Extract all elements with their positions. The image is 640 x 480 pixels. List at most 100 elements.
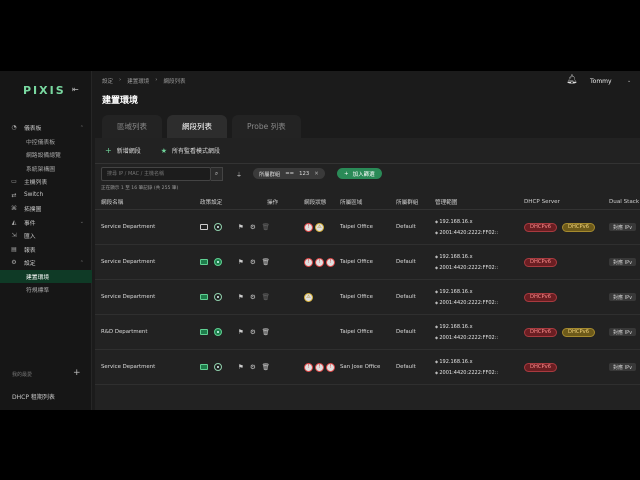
filter-value: 123 bbox=[299, 170, 310, 177]
sidebar-item-9[interactable]: ▤ 報表 bbox=[0, 243, 92, 257]
table-row: Service Department ⚑ ⚙ 🗑︎!!! Taipei Office De… bbox=[95, 245, 640, 280]
mgmt-range-item: 192.168.16.x bbox=[435, 324, 498, 330]
segment-name[interactable]: Service Department bbox=[101, 350, 155, 384]
search-icon[interactable]: ⌕ bbox=[211, 167, 223, 181]
search-input[interactable] bbox=[102, 168, 210, 180]
group: Default bbox=[396, 259, 416, 265]
switch-icon: ⇄ bbox=[11, 191, 17, 199]
dual-stack-cell: 對應 IPv bbox=[609, 280, 637, 314]
dual-stack-chip[interactable]: 對應 IPv bbox=[609, 328, 637, 336]
table-row: R&D Department ⚑ ⚙ 🗑︎ Taipei Office Default 19… bbox=[95, 315, 640, 350]
sidebar-item-label: 設定 bbox=[24, 261, 36, 268]
gear-icon[interactable]: ⚙ bbox=[250, 223, 256, 231]
star-icon: ★ bbox=[160, 146, 167, 155]
sidebar-item-11[interactable]: 建置環境 bbox=[0, 269, 92, 283]
add-filter-button[interactable]: + 加入篩選 bbox=[337, 168, 382, 179]
sidebar-item-7[interactable]: ◭ 事件 ⌄ bbox=[0, 216, 92, 230]
mgmt-range-item: 2001:4420:2222:FF02:: bbox=[435, 300, 498, 306]
collapse-sidebar-icon[interactable]: ⇤ bbox=[72, 85, 79, 94]
trash-icon[interactable]: 🗑︎ bbox=[262, 363, 270, 371]
status-yellow-icon: ⚠ bbox=[315, 222, 324, 232]
filter-icon[interactable]: ⏚ bbox=[236, 170, 242, 179]
monitor-icon[interactable] bbox=[200, 259, 208, 265]
trash-icon[interactable]: 🗑︎ bbox=[262, 293, 270, 301]
user-menu[interactable]: Tommy bbox=[590, 78, 612, 85]
bell-icon[interactable]: 🔔︎ bbox=[566, 75, 577, 85]
segment-name[interactable]: R&D Department bbox=[101, 315, 147, 349]
col-name[interactable]: 網段名稱 bbox=[101, 194, 123, 210]
sidebar-item-0[interactable]: ◔ 儀表板 ⌃ bbox=[0, 121, 92, 135]
tab-bar: 區域列表 網段列表 Probe 列表 bbox=[102, 115, 301, 138]
status-red-icon: ! bbox=[326, 362, 335, 372]
sidebar-item-8[interactable]: ⇲ 匯入 bbox=[0, 229, 92, 243]
sidebar: PIXIS ⇤ ◔ 儀表板 ⌃ 中控儀表板 網路設備總覽 系統架構圖 ▭ 主機列表 ⇄ Switc… bbox=[0, 71, 92, 410]
chevron-down-icon[interactable]: ⌄ bbox=[627, 78, 631, 84]
dual-stack-chip[interactable]: 對應 IPv bbox=[609, 293, 637, 301]
tab-probe-list[interactable]: Probe 列表 bbox=[232, 115, 301, 138]
sidebar-item-10[interactable]: ⚙ 設定 ⌃ bbox=[0, 256, 92, 270]
dual-stack-chip[interactable]: 對應 IPv bbox=[609, 363, 637, 371]
status-red-icon: ! bbox=[315, 362, 324, 372]
tab-segment-list[interactable]: 網段列表 bbox=[167, 115, 227, 138]
sidebar-item-1[interactable]: 中控儀表板 bbox=[0, 135, 92, 149]
monitor-icon[interactable] bbox=[200, 224, 208, 230]
action-bar: + 新增網段 ★ 所有監看模式網段 bbox=[105, 146, 220, 155]
sidebar-item-5[interactable]: ⇄ Switch bbox=[0, 189, 92, 203]
favorite-item[interactable]: DHCP 租期列表 bbox=[12, 392, 55, 401]
monitor-icon[interactable] bbox=[200, 329, 208, 335]
ops-cell: ⚑ ⚙ 🗑︎ bbox=[238, 280, 270, 314]
area: Taipei Office bbox=[340, 294, 373, 300]
breadcrumb-item-environment[interactable]: 建置環境 bbox=[127, 77, 149, 85]
eye-icon[interactable] bbox=[214, 328, 222, 336]
segment-name[interactable]: Service Department bbox=[101, 280, 155, 314]
trash-icon[interactable]: 🗑︎ bbox=[262, 223, 270, 231]
eye-icon[interactable] bbox=[214, 223, 222, 231]
flag-icon[interactable]: ⚑ bbox=[238, 293, 244, 301]
monitor-icon[interactable] bbox=[200, 364, 208, 370]
sidebar-item-4[interactable]: ▭ 主機列表 bbox=[0, 175, 92, 189]
segment-name[interactable]: Service Department bbox=[101, 210, 155, 244]
status-cell: ⚠ bbox=[304, 280, 313, 314]
col-ops: 操作 bbox=[267, 200, 279, 206]
divider bbox=[95, 163, 640, 164]
segment-name[interactable]: Service Department bbox=[101, 245, 155, 279]
sidebar-item-2[interactable]: 網路設備總覽 bbox=[0, 148, 92, 162]
mgmt-range-item: 2001:4420:2222:FF02:: bbox=[435, 230, 498, 236]
mgmt-range: 192.168.16.x2001:4420:2222:FF02:: bbox=[435, 254, 498, 271]
ops-cell: ⚑ ⚙ 🗑︎ bbox=[238, 245, 270, 279]
eye-icon[interactable] bbox=[214, 258, 222, 266]
dual-stack-chip[interactable]: 對應 IPv bbox=[609, 258, 637, 266]
dual-stack-chip[interactable]: 對應 IPv bbox=[609, 223, 637, 231]
gear-icon[interactable]: ⚙ bbox=[250, 328, 256, 336]
gear-icon[interactable]: ⚙ bbox=[250, 293, 256, 301]
sidebar-item-6[interactable]: ⌘ 拓撲圖 bbox=[0, 202, 92, 216]
record-summary: 正在顯示 1 至 16 筆記錄 (共 255 筆) bbox=[101, 186, 179, 191]
dhcp-badge: DHCPv6 bbox=[524, 257, 558, 267]
eye-icon[interactable] bbox=[214, 363, 222, 371]
sidebar-item-3[interactable]: 系統架構圖 bbox=[0, 162, 92, 176]
dhcp-badge: DHCPv6 bbox=[562, 327, 596, 337]
monitor-mode-segments-button[interactable]: ★ 所有監看模式網段 bbox=[160, 146, 220, 156]
tab-area-list[interactable]: 區域列表 bbox=[102, 115, 162, 138]
gear-icon[interactable]: ⚙ bbox=[250, 258, 256, 266]
report-icon: ▤ bbox=[11, 245, 17, 253]
sidebar-item-12[interactable]: 符規標準 bbox=[0, 283, 92, 297]
flag-icon[interactable]: ⚑ bbox=[238, 223, 244, 231]
trash-icon[interactable]: 🗑︎ bbox=[262, 328, 270, 336]
gear-icon[interactable]: ⚙ bbox=[250, 363, 256, 371]
add-segment-button[interactable]: + 新增網段 bbox=[105, 146, 141, 155]
flag-icon[interactable]: ⚑ bbox=[238, 328, 244, 336]
close-icon[interactable]: ✕ bbox=[314, 171, 318, 177]
breadcrumb-item-settings[interactable]: 設定 bbox=[102, 77, 113, 85]
flag-icon[interactable]: ⚑ bbox=[238, 363, 244, 371]
trash-icon[interactable]: 🗑︎ bbox=[262, 258, 270, 266]
add-favorite-icon[interactable]: + bbox=[73, 368, 81, 378]
mgmt-cell: 192.168.16.x2001:4420:2222:FF02:: bbox=[435, 210, 498, 244]
ops-cell: ⚑ ⚙ 🗑︎ bbox=[238, 350, 270, 384]
flag-icon[interactable]: ⚑ bbox=[238, 258, 244, 266]
filter-chip[interactable]: 所屬群組 == 123 ✕ bbox=[253, 168, 325, 179]
eye-icon[interactable] bbox=[214, 293, 222, 301]
mgmt-range-item: 192.168.16.x bbox=[435, 359, 498, 365]
policy-cell bbox=[200, 210, 222, 244]
monitor-icon[interactable] bbox=[200, 294, 208, 300]
